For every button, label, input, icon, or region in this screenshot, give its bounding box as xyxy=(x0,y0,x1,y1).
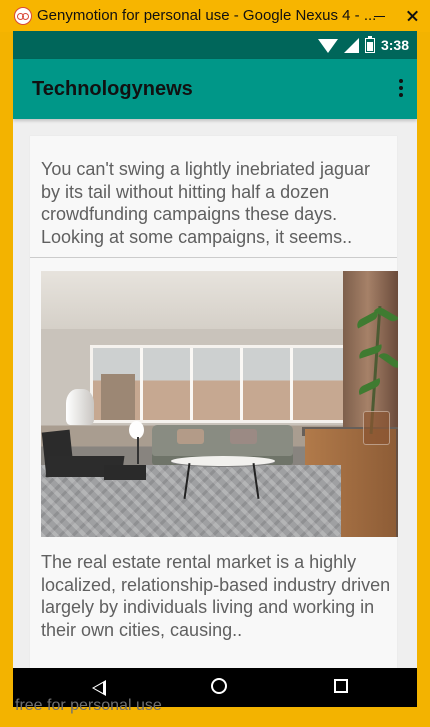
window-title: Genymotion for personal use - Google Nex… xyxy=(37,7,377,24)
city-window xyxy=(90,345,350,423)
window-pane xyxy=(193,348,337,420)
overflow-dot xyxy=(399,86,403,90)
personal-use-watermark: free for personal use xyxy=(15,697,162,714)
window-pane xyxy=(143,348,247,420)
recents-icon[interactable] xyxy=(334,679,348,693)
news-summary: The real estate rental market is a highl… xyxy=(41,552,391,640)
news-card[interactable]: You can't swing a lightly inebriated jag… xyxy=(30,136,397,258)
wall-sculpture xyxy=(66,389,94,425)
home-icon[interactable] xyxy=(211,678,227,694)
window-pane xyxy=(293,348,347,420)
android-status-bar: 3:38 xyxy=(13,31,417,59)
plant-pot xyxy=(363,411,390,445)
overflow-dot xyxy=(399,79,403,83)
sofa-cushion xyxy=(177,429,204,444)
signal-icon xyxy=(343,37,359,53)
coffee-table xyxy=(171,456,275,466)
overflow-dot xyxy=(399,93,403,97)
apartment-living-room-image xyxy=(41,271,398,537)
window-pane xyxy=(243,348,293,420)
status-clock: 3:38 xyxy=(380,37,409,53)
genymotion-window: Genymotion for personal use - Google Nex… xyxy=(0,0,430,727)
sofa-cushion xyxy=(230,429,257,444)
wifi-icon xyxy=(317,39,338,53)
status-icons: 3:38 xyxy=(317,35,409,55)
genymotion-icon xyxy=(14,7,32,25)
back-icon[interactable] xyxy=(92,680,106,696)
window-pane xyxy=(93,348,143,420)
window-minimize-button[interactable] xyxy=(366,0,394,32)
news-card[interactable]: The real estate rental market is a highl… xyxy=(30,258,398,668)
ottoman xyxy=(104,465,146,480)
android-device-screen: 3:38 Technologynews You can't swing a li… xyxy=(13,31,417,707)
app-toolbar: Technologynews xyxy=(13,59,417,119)
window-close-button[interactable] xyxy=(396,1,430,31)
news-feed[interactable]: You can't swing a lightly inebriated jag… xyxy=(13,119,417,668)
building xyxy=(101,374,135,420)
window-titlebar[interactable]: Genymotion for personal use - Google Nex… xyxy=(0,0,430,32)
overflow-menu-icon[interactable] xyxy=(395,75,407,103)
news-summary: You can't swing a lightly inebriated jag… xyxy=(41,159,370,247)
app-title: Technologynews xyxy=(32,78,193,100)
lamp-stand xyxy=(137,437,139,464)
battery-icon xyxy=(364,35,375,53)
